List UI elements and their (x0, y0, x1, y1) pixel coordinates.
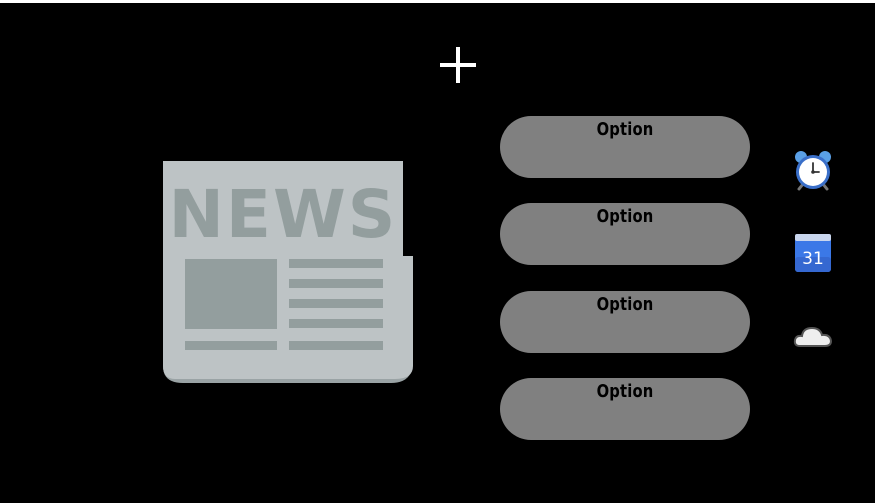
alarm-clock-icon (795, 151, 831, 191)
option-label: Option (596, 119, 654, 140)
option-button-4[interactable]: Option (500, 378, 750, 440)
cloud-icon (793, 326, 833, 347)
news-headline: NEWS (169, 176, 398, 253)
calendar-day-text: 31 (802, 249, 824, 269)
calendar-icon: 31 (795, 234, 831, 272)
plus-icon (440, 47, 476, 83)
add-button[interactable] (432, 39, 484, 91)
option-label: Option (596, 206, 654, 227)
cloud-button[interactable] (792, 315, 834, 357)
newspaper-icon: NEWS (163, 161, 413, 383)
option-button-1[interactable]: Option (500, 116, 750, 178)
newspaper-image: NEWS (163, 161, 413, 383)
option-button-2[interactable]: Option (500, 203, 750, 265)
calendar-button[interactable]: 31 (792, 231, 834, 273)
alarm-clock-button[interactable] (792, 149, 834, 191)
option-label: Option (596, 381, 654, 402)
app-screen: NEWS Option Option Option Option 31 (0, 3, 875, 503)
option-button-3[interactable]: Option (500, 291, 750, 353)
option-label: Option (596, 294, 654, 315)
